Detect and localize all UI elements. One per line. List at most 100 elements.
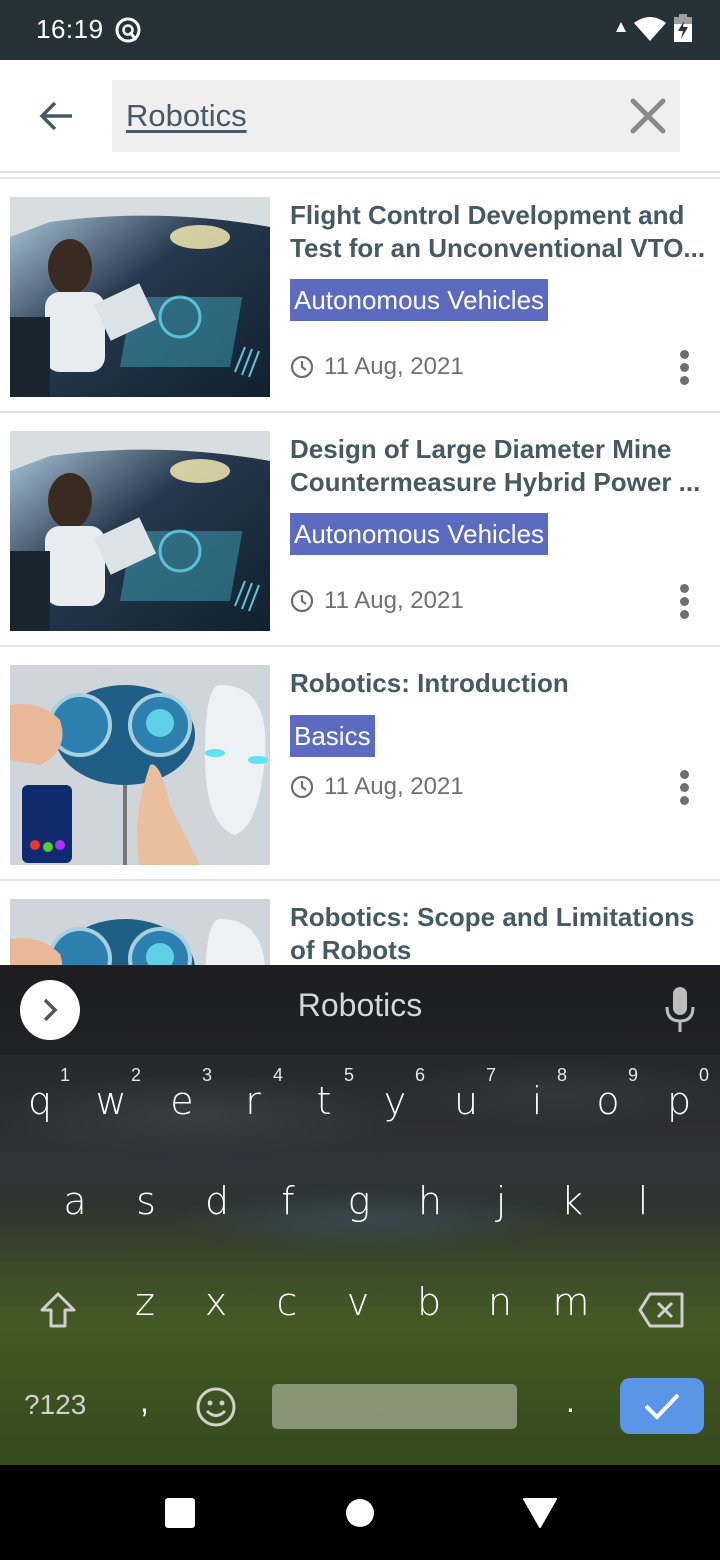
more-dot (679, 596, 689, 606)
wifi-icon (634, 17, 666, 41)
key[interactable]: b (397, 1262, 461, 1352)
more-options-button[interactable] (670, 581, 698, 621)
item-title[interactable]: Robotics: Scope and Limitations of Robot… (290, 901, 710, 965)
item-date: 11 Aug, 2021 (290, 587, 464, 615)
recents-icon (165, 1498, 195, 1528)
key-label: f (281, 1179, 295, 1223)
robot-thumbnail (10, 899, 270, 965)
key[interactable]: e3 (150, 1061, 214, 1151)
list-item[interactable]: Robotics: Introduction Basics 11 Aug, 20… (0, 645, 720, 879)
category-tag[interactable]: Autonomous Vehicles (290, 513, 549, 555)
back-triangle-icon (523, 1498, 557, 1528)
key-label: k (560, 1179, 583, 1223)
category-tag[interactable]: Basics (290, 715, 375, 757)
key-hint: 9 (627, 1065, 638, 1085)
home-icon (346, 1499, 374, 1527)
key[interactable]: z (113, 1262, 177, 1352)
clock-icon (290, 775, 314, 799)
microphone-icon[interactable] (664, 987, 696, 1033)
more-options-button[interactable] (670, 347, 698, 387)
key[interactable]: u7 (434, 1061, 498, 1151)
more-dot (679, 795, 689, 805)
item-title[interactable]: Robotics: Introduction (290, 667, 710, 700)
key[interactable]: y6 (363, 1061, 427, 1151)
key-label: d (204, 1179, 230, 1223)
recents-button[interactable] (160, 1493, 200, 1533)
item-title[interactable]: Design of Large Diameter Mine Countermea… (290, 433, 710, 499)
enter-key[interactable] (620, 1378, 704, 1434)
key[interactable]: c (255, 1262, 319, 1352)
list-item[interactable]: Design of Large Diameter Mine Countermea… (0, 411, 720, 645)
shift-icon[interactable] (38, 1290, 78, 1330)
key[interactable]: x (184, 1262, 248, 1352)
space-bar[interactable] (272, 1384, 517, 1429)
key[interactable]: l (611, 1161, 675, 1251)
key[interactable]: v (326, 1262, 390, 1352)
item-title[interactable]: Flight Control Development and Test for … (290, 199, 710, 265)
clear-search-button[interactable] (628, 96, 668, 136)
key-label: m (552, 1280, 590, 1324)
key[interactable]: k (540, 1161, 604, 1251)
results-list: Flight Control Development and Test for … (0, 175, 720, 965)
clock-icon (290, 355, 314, 379)
key-label: z (135, 1280, 155, 1324)
key[interactable]: h (398, 1161, 462, 1251)
key-hint: 6 (414, 1065, 425, 1085)
key[interactable]: t5 (292, 1061, 356, 1151)
suggestion-strip: Robotics (0, 965, 720, 1055)
back-nav-button[interactable] (520, 1493, 560, 1533)
key-label: x (204, 1280, 228, 1324)
search-input[interactable] (126, 80, 606, 152)
key[interactable]: n (468, 1262, 532, 1352)
emoji-icon[interactable] (195, 1386, 237, 1428)
suggestion-word[interactable]: Robotics (0, 987, 720, 1024)
key[interactable]: j (469, 1161, 533, 1251)
home-button[interactable] (340, 1493, 380, 1533)
key[interactable]: o9 (576, 1061, 640, 1151)
key[interactable]: q1 (8, 1061, 72, 1151)
category-tag[interactable]: Autonomous Vehicles (290, 279, 549, 321)
key[interactable]: g (327, 1161, 391, 1251)
key-hint: 0 (698, 1065, 709, 1085)
more-vertical-icon (679, 583, 689, 593)
list-item[interactable]: Flight Control Development and Test for … (0, 177, 720, 411)
backspace-icon[interactable] (638, 1292, 684, 1328)
more-options-button[interactable] (670, 767, 698, 807)
item-date: 11 Aug, 2021 (290, 773, 464, 801)
back-button[interactable] (30, 90, 82, 142)
checkmark-icon (644, 1393, 680, 1420)
key-label: g (347, 1179, 371, 1223)
key[interactable]: d (185, 1161, 249, 1251)
more-dot (679, 782, 689, 792)
key-label: a (63, 1179, 87, 1223)
date-text: 11 Aug, 2021 (324, 773, 464, 800)
key-hint: 2 (130, 1065, 141, 1085)
item-date: 11 Aug, 2021 (290, 353, 464, 381)
more-dot (679, 609, 689, 619)
key-hint: 3 (201, 1065, 212, 1085)
comma-key[interactable]: , (140, 1383, 149, 1420)
key-label: v (346, 1280, 370, 1324)
key[interactable]: s (114, 1161, 178, 1251)
clock-icon (290, 589, 314, 613)
autonomous-car-thumbnail (10, 197, 270, 397)
list-item[interactable]: Robotics: Scope and Limitations of Robot… (0, 879, 720, 965)
more-vertical-icon (679, 349, 689, 359)
key[interactable]: a (43, 1161, 107, 1251)
key-hint: 5 (343, 1065, 354, 1085)
key-label: j (495, 1179, 507, 1223)
search-header (0, 60, 720, 173)
signal-up-arrow-icon (616, 22, 626, 32)
key[interactable]: r4 (221, 1061, 285, 1151)
key[interactable]: i8 (505, 1061, 569, 1151)
robot-thumbnail (10, 665, 270, 865)
key-label: b (416, 1280, 442, 1324)
key[interactable]: f (256, 1161, 320, 1251)
key[interactable]: w2 (79, 1061, 143, 1151)
more-dot (679, 375, 689, 385)
battery-charging-icon (674, 14, 692, 42)
key[interactable]: m (539, 1262, 603, 1352)
key[interactable]: p0 (647, 1061, 711, 1151)
period-key[interactable]: . (566, 1383, 575, 1420)
symbols-key[interactable]: ?123 (24, 1389, 86, 1421)
